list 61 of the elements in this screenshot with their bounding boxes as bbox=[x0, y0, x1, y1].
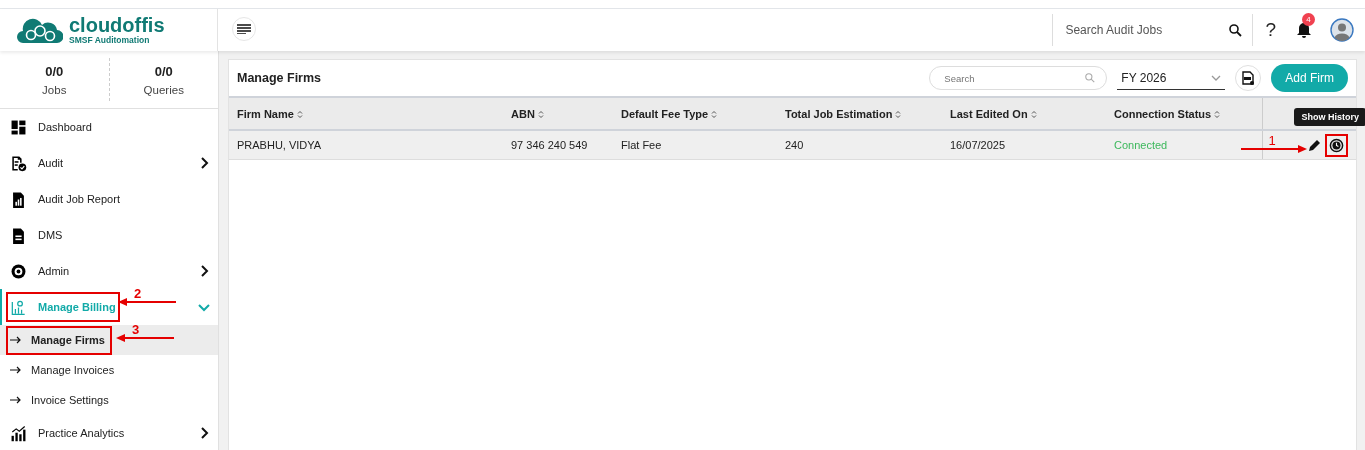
stat-value: 0/0 bbox=[45, 63, 64, 79]
table-cell: 97 346 240 549 bbox=[503, 130, 613, 160]
logo-icon bbox=[17, 16, 63, 44]
avatar-icon[interactable] bbox=[1330, 18, 1354, 42]
menu-icon bbox=[237, 24, 251, 34]
table-cell: 240 bbox=[777, 130, 942, 160]
year-dropdown[interactable]: FY 2026 bbox=[1117, 66, 1226, 90]
dms-icon bbox=[10, 226, 27, 244]
menu-button[interactable] bbox=[232, 17, 256, 41]
search-field[interactable]: Search Audit Jobs bbox=[1063, 22, 1230, 38]
sidebar-item[interactable]: Audit bbox=[0, 145, 218, 181]
column-header[interactable]: Firm Name bbox=[229, 97, 503, 130]
pencil-icon[interactable] bbox=[1308, 138, 1322, 152]
sidebar-item[interactable]: Practice Analytics bbox=[0, 415, 218, 450]
logo-name: cloudoffis bbox=[69, 15, 165, 36]
panel-title: Manage Firms bbox=[237, 71, 323, 85]
annotation-number: 1 bbox=[1268, 132, 1276, 148]
stat-value: 0/0 bbox=[154, 63, 173, 79]
annotation-number: 2 bbox=[134, 286, 142, 301]
export-button[interactable] bbox=[1235, 65, 1262, 91]
column-header[interactable]: Connection Status bbox=[1106, 97, 1262, 130]
arrow-icon bbox=[10, 366, 21, 374]
sidebar-item[interactable]: Admin bbox=[0, 253, 218, 289]
arrow-annotation bbox=[118, 297, 176, 307]
submenu-item[interactable]: Manage Firms 3 bbox=[0, 325, 218, 355]
submenu-item[interactable]: Invoice Settings bbox=[0, 385, 218, 415]
sidebar-item[interactable]: Audit Job Report bbox=[0, 181, 218, 217]
sidebar-item[interactable]: Dashboard bbox=[0, 109, 218, 145]
arrow-annotation bbox=[116, 333, 174, 343]
arrow-annotation bbox=[1240, 143, 1307, 154]
caret-icon bbox=[1211, 74, 1222, 81]
annotation-number: 3 bbox=[132, 322, 140, 337]
stat-label: Queries bbox=[143, 83, 184, 96]
table-cell: Flat Fee bbox=[613, 130, 777, 160]
submenu-item[interactable]: Manage Invoices bbox=[0, 355, 218, 385]
column-header[interactable]: Total Job Estimation bbox=[777, 97, 942, 130]
arrow-icon bbox=[10, 336, 21, 344]
admin-icon bbox=[10, 262, 27, 280]
dashboard-icon bbox=[10, 118, 27, 136]
column-header[interactable]: Default Fee Type bbox=[613, 97, 777, 130]
notification-badge: 4 bbox=[1302, 13, 1315, 26]
tooltip: Show History bbox=[1294, 107, 1365, 126]
audit-icon bbox=[10, 154, 27, 172]
history-button[interactable] bbox=[1325, 133, 1348, 157]
bell-icon[interactable] bbox=[1297, 22, 1311, 38]
billing-icon bbox=[10, 298, 27, 316]
logo-tagline: SMSF Auditomation bbox=[69, 36, 151, 45]
column-header[interactable]: ABN bbox=[503, 97, 613, 130]
status-text: Connected bbox=[1114, 139, 1168, 151]
arrow-icon bbox=[10, 396, 21, 404]
stat-label: Jobs bbox=[42, 83, 67, 96]
analytics-icon bbox=[10, 424, 27, 442]
file-icon bbox=[1242, 71, 1255, 85]
report-icon bbox=[10, 190, 27, 208]
table-cell: PRABHU, VIDYA bbox=[229, 130, 503, 160]
column-header[interactable]: Last Edited On bbox=[942, 97, 1106, 130]
search-icon[interactable] bbox=[1229, 23, 1243, 37]
sidebar-item[interactable]: DMS bbox=[0, 217, 218, 253]
search-field[interactable]: Search bbox=[929, 66, 1108, 90]
table-cell: 16/07/2025 bbox=[942, 130, 1106, 160]
help-button[interactable]: ? bbox=[1252, 14, 1286, 46]
